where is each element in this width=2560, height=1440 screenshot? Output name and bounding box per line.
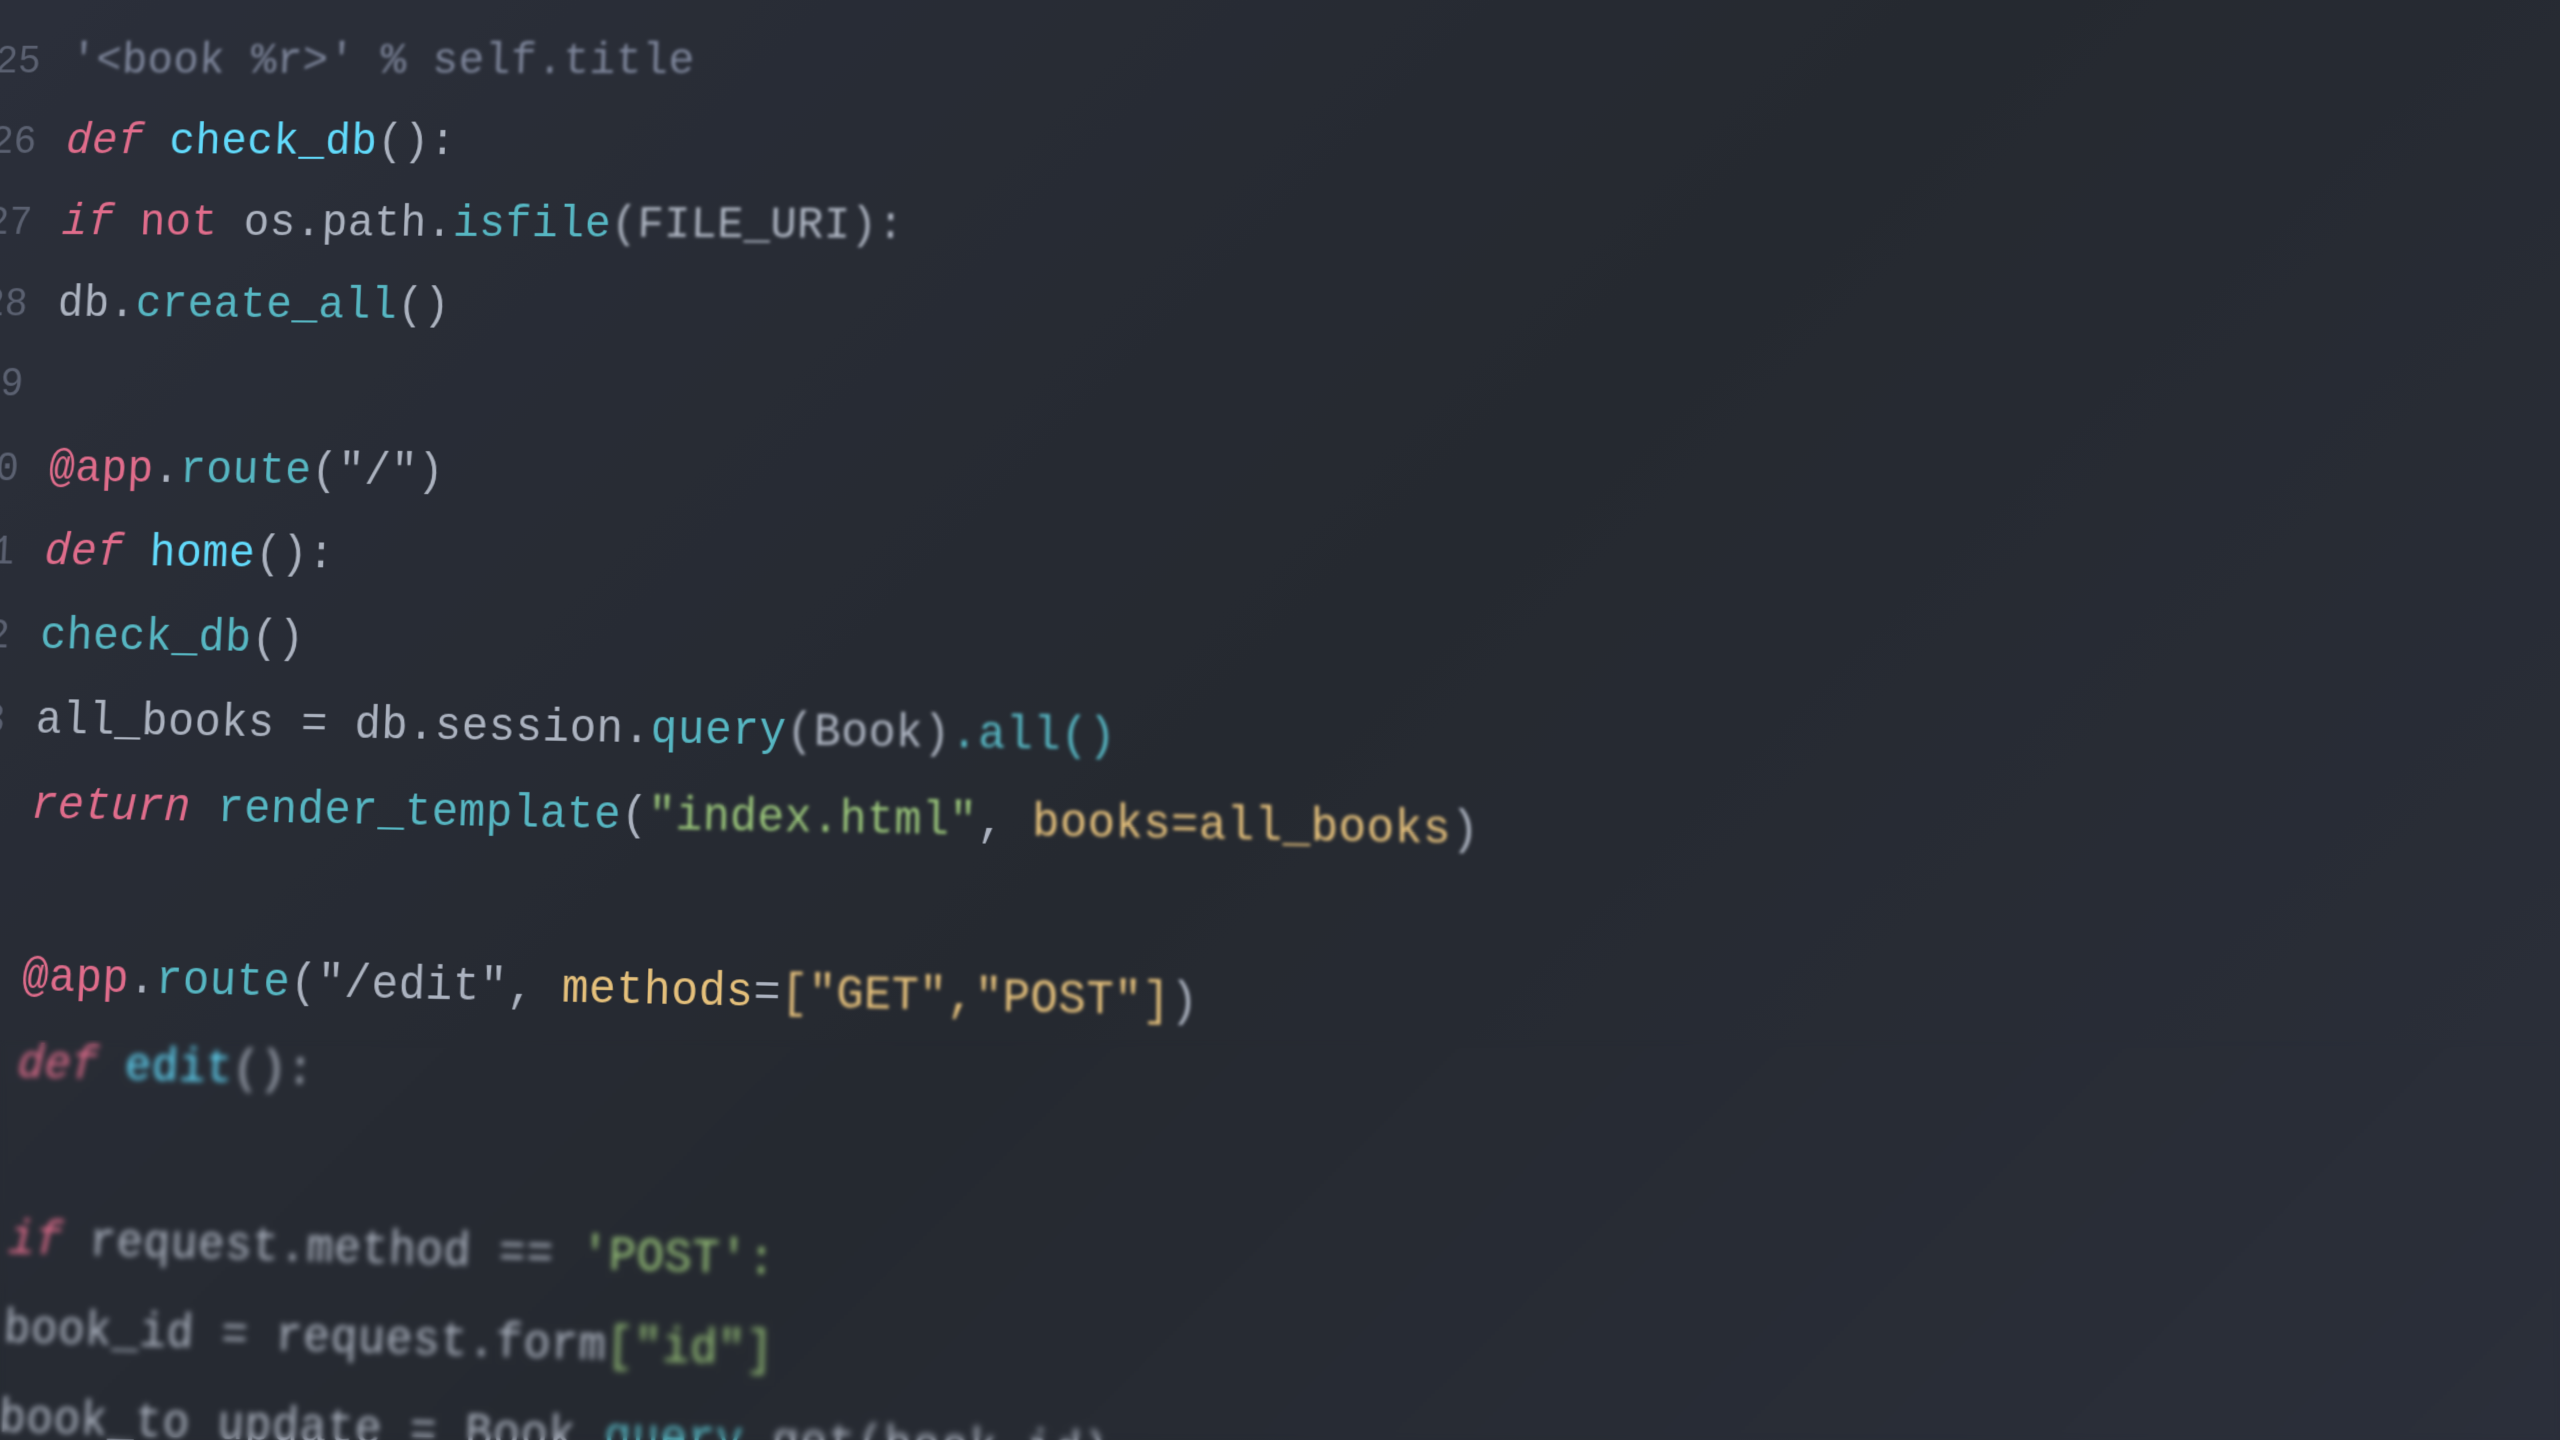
line-code: '<book %r>' % self.title bbox=[68, 21, 695, 102]
line-code: @app.route("/") bbox=[47, 427, 446, 514]
line-code: def check_db(): bbox=[64, 101, 457, 183]
line-number: 34 bbox=[0, 764, 34, 851]
table-row: 26def check_db(): bbox=[0, 101, 2560, 191]
line-number: 35 bbox=[0, 847, 29, 935]
code-editor: 25 '<book %r>' % self.title26def check_d… bbox=[0, 0, 2560, 1440]
line-number: 38 bbox=[0, 1106, 15, 1196]
line-number: 33 bbox=[0, 679, 38, 765]
line-number: 26 bbox=[0, 103, 68, 184]
line-number: 27 bbox=[0, 184, 64, 266]
line-code: def home(): bbox=[43, 510, 337, 597]
line-number: 30 bbox=[0, 429, 51, 513]
line-code: db.create_all() bbox=[56, 263, 452, 348]
code-content: 25 '<book %r>' % self.title26def check_d… bbox=[0, 0, 2560, 1440]
table-row: 25 '<book %r>' % self.title bbox=[0, 21, 2560, 106]
line-number: 32 bbox=[0, 595, 42, 680]
line-number: 28 bbox=[0, 265, 60, 347]
line-code: check_db() bbox=[38, 594, 306, 682]
line-number: 25 bbox=[0, 23, 73, 103]
line-number: 31 bbox=[0, 511, 47, 596]
line-code: if not os.path.isfile(FILE_URI): bbox=[60, 182, 905, 268]
line-code: def edit(): bbox=[15, 1021, 315, 1115]
line-number: 29 bbox=[0, 344, 56, 427]
table-row: 27 if not os.path.isfile(FILE_URI): bbox=[0, 182, 2560, 277]
